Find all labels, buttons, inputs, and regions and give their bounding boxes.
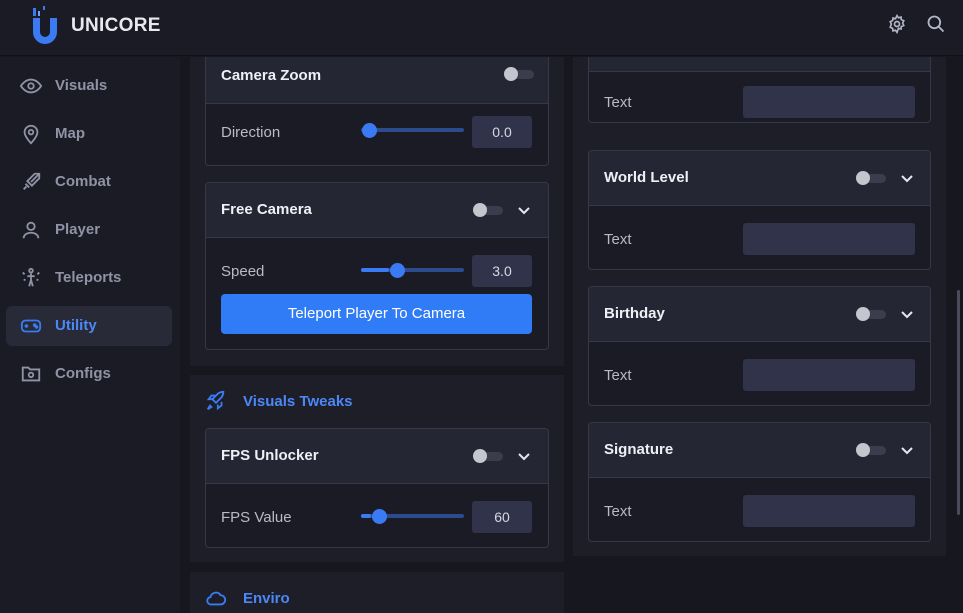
section-title: Enviro [243, 590, 290, 607]
text-input[interactable] [743, 86, 915, 118]
speed-slider[interactable] [361, 263, 464, 278]
birthday-card: Birthday Text [588, 286, 931, 406]
chevron-down-icon[interactable] [900, 310, 914, 320]
free-camera-toggle[interactable] [473, 203, 503, 217]
sidebar-item-label: Configs [55, 365, 111, 382]
sidebar-item-label: Teleports [55, 269, 122, 286]
sidebar-item-label: Utility [55, 317, 97, 334]
sidebar-item-label: Visuals [55, 77, 108, 94]
scrollbar[interactable] [957, 290, 960, 515]
unicore-logo [33, 6, 57, 44]
world-level-toggle[interactable] [856, 171, 886, 185]
folder-gear-icon [21, 366, 41, 382]
free-camera-card: Free Camera Speed 3.0 Teleport Player To… [205, 182, 549, 350]
camera-section-panel: Camera Zoom Direction 0.0 Free Camera Sp… [190, 57, 564, 366]
text-field-label: Text [604, 367, 632, 384]
map-pin-icon [23, 124, 39, 145]
teleport-icon [22, 267, 40, 287]
sidebar-item-map[interactable]: Map [6, 114, 172, 154]
teleport-player-to-camera-button[interactable]: Teleport Player To Camera [221, 294, 532, 334]
gamepad-icon [20, 319, 42, 333]
sidebar-item-configs[interactable]: Configs [6, 354, 172, 394]
card-header: FPS Unlocker [206, 429, 548, 484]
signature-toggle[interactable] [856, 443, 886, 457]
chevron-down-icon[interactable] [900, 174, 914, 184]
text-field-label: Text [604, 231, 632, 248]
user-icon [22, 221, 40, 239]
enviro-panel: Enviro [190, 572, 564, 613]
section-title: Visuals Tweaks [243, 393, 353, 410]
card-title: Birthday [604, 305, 665, 322]
card-title: Signature [604, 441, 674, 458]
direction-slider[interactable] [361, 123, 464, 138]
card-header: World Level [589, 151, 930, 206]
chevron-down-icon[interactable] [517, 206, 531, 216]
chevron-down-icon[interactable] [517, 452, 531, 462]
sidebar-item-player[interactable]: Player [6, 210, 172, 250]
text-field-card: Text [588, 57, 931, 123]
birthday-input[interactable] [743, 359, 915, 391]
sidebar-item-visuals[interactable]: Visuals [6, 66, 172, 106]
sidebar-item-teleports[interactable]: Teleports [6, 258, 172, 298]
sidebar-item-combat[interactable]: Combat [6, 162, 172, 202]
card-title: Camera Zoom [221, 67, 322, 84]
top-bar: UNICORE [0, 0, 963, 56]
account-section-panel: Text World Level Text Birthday Text Sign… [573, 57, 946, 556]
text-field-label: Text [604, 503, 632, 520]
sidebar: Visuals Map Combat Player Teleports Util… [0, 57, 180, 613]
visuals-tweaks-panel: Visuals Tweaks FPS Unlocker FPS Value 60 [190, 375, 564, 562]
text-field-label: Text [604, 94, 632, 111]
camera-zoom-toggle[interactable] [504, 67, 534, 81]
fps-unlocker-toggle[interactable] [473, 449, 503, 463]
fps-unlocker-card: FPS Unlocker FPS Value 60 [205, 428, 549, 548]
sidebar-item-label: Map [55, 125, 85, 142]
search-icon[interactable] [926, 14, 946, 34]
sidebar-item-label: Combat [55, 173, 111, 190]
rocket-icon [206, 390, 225, 411]
app-brand: UNICORE [71, 15, 161, 36]
eye-icon [20, 78, 42, 94]
fps-value-label: FPS Value [221, 509, 292, 526]
world-level-input[interactable] [743, 223, 915, 255]
card-title: Free Camera [221, 201, 312, 218]
sidebar-item-label: Player [55, 221, 101, 238]
birthday-toggle[interactable] [856, 307, 886, 321]
card-header: Free Camera [206, 183, 548, 238]
speed-label: Speed [221, 263, 265, 280]
card-header: Camera Zoom [206, 57, 548, 104]
card-header [589, 57, 930, 72]
signature-card: Signature Text [588, 422, 931, 542]
direction-label: Direction [221, 124, 281, 141]
card-title: World Level [604, 169, 689, 186]
sword-icon [23, 172, 41, 190]
card-header: Birthday [589, 287, 930, 342]
gear-icon[interactable] [887, 14, 907, 34]
card-header: Signature [589, 423, 930, 478]
sidebar-item-utility[interactable]: Utility [6, 306, 172, 346]
direction-value[interactable]: 0.0 [472, 116, 532, 148]
cloud-icon [206, 591, 227, 606]
speed-value[interactable]: 3.0 [472, 255, 532, 287]
content-area: Camera Zoom Direction 0.0 Free Camera Sp… [180, 57, 963, 613]
signature-input[interactable] [743, 495, 915, 527]
card-title: FPS Unlocker [221, 447, 319, 464]
world-level-card: World Level Text [588, 150, 931, 270]
chevron-down-icon[interactable] [900, 446, 914, 456]
fps-value-slider[interactable] [361, 509, 464, 524]
camera-zoom-card: Camera Zoom Direction 0.0 [205, 57, 549, 166]
fps-value-input[interactable]: 60 [472, 501, 532, 533]
